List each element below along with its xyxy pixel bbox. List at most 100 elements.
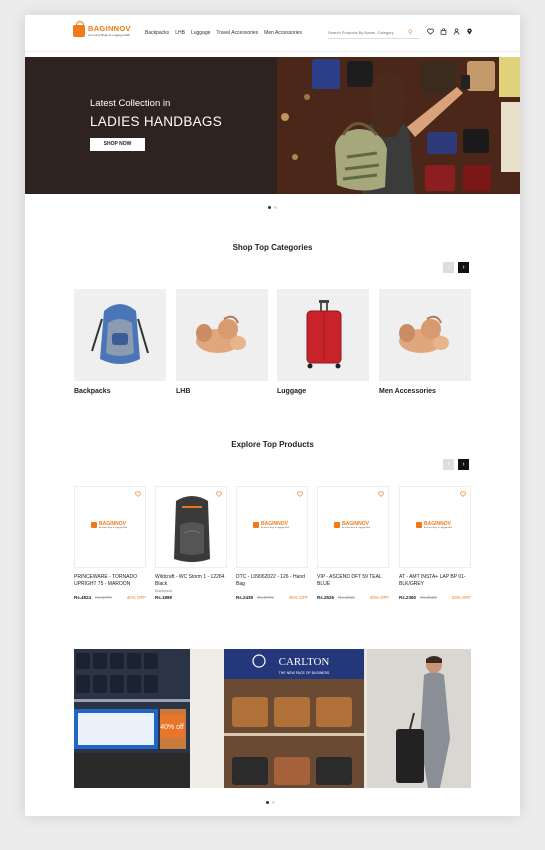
header-icons — [427, 28, 473, 35]
wishlist-heart-icon[interactable] — [135, 491, 141, 497]
category-label: LHB — [176, 388, 191, 395]
category-image-men-accessories — [379, 289, 471, 381]
account-user-icon[interactable] — [453, 28, 460, 35]
promo-banner[interactable]: 40% off CARLTON THE NEW FACE OF BUSINESS — [74, 649, 471, 788]
categories-arrows: ‹ › — [443, 262, 469, 273]
product-card[interactable]: BAGINNOV An Iconic Bags & Luggage Mall PR… — [74, 486, 146, 600]
price-row: Rs.2526 Rs.4210 40% OFF — [317, 595, 389, 600]
product-discount: 40% OFF — [126, 595, 146, 600]
nav-lhb[interactable]: LHB — [175, 30, 185, 36]
product-discount: 40% OFF — [369, 595, 389, 600]
wishlist-heart-icon[interactable] — [216, 491, 222, 497]
placeholder-brand-logo: BAGINNOV An Iconic Bags & Luggage Mall — [416, 521, 452, 529]
price-row: Rs.2360 Rs.3550 33% OFF — [399, 595, 471, 600]
cart-bag-icon[interactable] — [440, 28, 447, 35]
product-name[interactable]: VIP - ASCEND DFT 59 TEAL BLUE — [317, 574, 389, 587]
search-box: ⚲ — [328, 27, 420, 39]
search-icon[interactable]: ⚲ — [408, 29, 412, 36]
product-image: BAGINNOV An Iconic Bags & Luggage Mall — [399, 486, 471, 568]
product-brand — [317, 588, 389, 593]
brand-logo[interactable]: BAGINNOV An Iconic Bags & Luggage Mall — [73, 21, 131, 37]
bag-logo-icon — [73, 21, 85, 37]
nav-men-accessories[interactable]: Men Accessories — [264, 30, 302, 36]
product-card[interactable]: BAGINNOV An Iconic Bags & Luggage Mall AT… — [399, 486, 471, 600]
category-image-lhb — [176, 289, 268, 381]
product-discount: 33% OFF — [451, 595, 471, 600]
product-name[interactable]: PRINCEWARE - TORNADO UPRIGHT 75 - MAROON — [74, 574, 146, 587]
hero-model-handbags-image — [277, 57, 520, 194]
product-image — [155, 486, 227, 568]
placeholder-brand-logo: BAGINNOV An Iconic Bags & Luggage Mall — [334, 521, 370, 529]
categories-heading: Shop Top Categories — [232, 243, 313, 252]
price-row: Rs.1899 — [155, 595, 227, 600]
categories-prev-arrow-icon[interactable]: ‹ — [443, 262, 454, 273]
categories-next-arrow-icon[interactable]: › — [458, 262, 469, 273]
nav-luggage[interactable]: Luggage — [191, 30, 210, 36]
search-input[interactable] — [328, 30, 408, 35]
carousel-dot-1[interactable] — [268, 206, 271, 209]
wishlist-heart-icon[interactable] — [378, 491, 384, 497]
hero-subtitle: Latest Collection in — [90, 98, 171, 109]
promo-store-tagline: THE NEW FACE OF BUSINESS — [279, 671, 330, 675]
brand-tagline: An Iconic Bags & Luggage Mall — [88, 33, 130, 37]
product-card[interactable]: BAGINNOV An Iconic Bags & Luggage Mall VI… — [317, 486, 389, 600]
store-promo-image: 40% off CARLTON THE NEW FACE OF BUSINESS — [74, 649, 471, 788]
product-image: BAGINNOV An Iconic Bags & Luggage Mall — [74, 486, 146, 568]
wishlist-heart-icon[interactable] — [427, 28, 434, 35]
product-brand: Backpack — [155, 588, 173, 593]
category-label: Backpacks — [74, 388, 111, 395]
product-image: BAGINNOV An Iconic Bags & Luggage Mall — [317, 486, 389, 568]
placeholder-brand-logo: BAGINNOV An Iconic Bags & Luggage Mall — [253, 521, 289, 529]
products-next-arrow-icon[interactable]: › — [458, 459, 469, 470]
product-mrp: Rs.6770 — [95, 595, 112, 600]
category-image-luggage — [277, 289, 369, 381]
product-brand — [74, 588, 146, 593]
wishlist-heart-icon[interactable] — [297, 491, 303, 497]
shop-now-button[interactable]: SHOP NOW — [90, 138, 145, 151]
price-row: Rs.4824 Rs.6770 40% OFF — [74, 595, 146, 600]
products-prev-arrow-icon[interactable]: ‹ — [443, 459, 454, 470]
product-card[interactable]: Wildcraft - WC Storm 1 - 12264 Black Bac… — [155, 486, 227, 600]
product-name[interactable]: Wildcraft - WC Storm 1 - 12264 Black — [155, 574, 227, 587]
product-mrp: Rs.3770 — [257, 595, 274, 600]
carousel-dot-2[interactable] — [274, 206, 277, 209]
carousel-dot-1[interactable] — [266, 801, 269, 804]
hero-banner[interactable]: Latest Collection in LADIES HANDBAGS SHO… — [25, 57, 520, 194]
product-price: Rs.2360 — [399, 595, 417, 600]
site-header: BAGINNOV An Iconic Bags & Luggage Mall B… — [25, 15, 520, 52]
hero-carousel-dots — [268, 206, 277, 209]
product-price: Rs.2526 — [317, 595, 335, 600]
page: BAGINNOV An Iconic Bags & Luggage Mall B… — [25, 15, 520, 816]
wishlist-heart-icon[interactable] — [460, 491, 466, 497]
brand-name: BAGINNOV — [88, 24, 131, 33]
products-heading: Explore Top Products — [231, 440, 314, 449]
product-discount: 45% OFF — [288, 595, 308, 600]
product-card[interactable]: BAGINNOV An Iconic Bags & Luggage Mall DT… — [236, 486, 308, 600]
product-price: Rs.1899 — [155, 595, 173, 600]
promo-carousel-dots — [266, 801, 275, 804]
product-mrp: Rs.4210 — [338, 595, 355, 600]
nav-backpacks[interactable]: Backpacks — [145, 30, 169, 36]
main-nav: Backpacks LHB Luggage Travel Accessories… — [145, 30, 302, 36]
placeholder-brand-logo: BAGINNOV An Iconic Bags & Luggage Mall — [91, 521, 127, 529]
product-name[interactable]: DTC - L09062022 - 126 - Hand Bag — [236, 574, 308, 587]
product-price: Rs.2439 — [236, 595, 254, 600]
product-brand — [236, 588, 308, 593]
category-label: Luggage — [277, 388, 307, 395]
category-card-lhb[interactable]: LHB — [176, 289, 268, 395]
store-location-pin-icon[interactable] — [466, 28, 473, 35]
price-row: Rs.2439 Rs.3770 45% OFF — [236, 595, 308, 600]
category-image-backpack — [74, 289, 166, 381]
products-arrows: ‹ › — [443, 459, 469, 470]
promo-store-name: CARLTON — [279, 656, 330, 668]
hero-title: LADIES HANDBAGS — [90, 114, 223, 129]
category-card-men-accessories[interactable]: Men Accessories — [379, 289, 471, 395]
category-card-backpacks[interactable]: Backpacks — [74, 289, 166, 395]
promo-offer-text: 40% off — [160, 724, 184, 731]
product-price: Rs.4824 — [74, 595, 92, 600]
category-label: Men Accessories — [379, 388, 436, 395]
category-card-luggage[interactable]: Luggage — [277, 289, 369, 395]
nav-travel-accessories[interactable]: Travel Accessories — [216, 30, 258, 36]
product-name[interactable]: AT - AMT INSTA+ LAP BP 01- BLK/GREY — [399, 574, 471, 587]
carousel-dot-2[interactable] — [272, 801, 275, 804]
